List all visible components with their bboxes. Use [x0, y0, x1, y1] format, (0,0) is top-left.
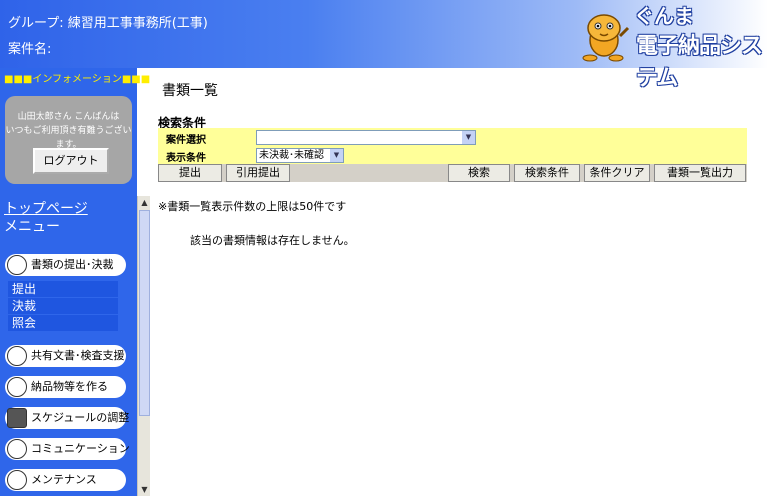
chevron-down-icon: ▼: [462, 131, 475, 144]
sidebar: ■■■インフォメーション■■■ 山田太郎さん こんばんは いつもご利用頂き有難う…: [0, 68, 150, 496]
menu-item-label: スケジュールの調整: [31, 411, 130, 424]
information-link[interactable]: ■■■インフォメーション■■■: [4, 70, 150, 85]
menu-item-label: 書類の提出･決裁: [31, 258, 114, 271]
mascot-icon: [582, 14, 630, 62]
search-conditions: 案件選択 ▼ 表示条件 未決裁･未確認 ▼: [158, 128, 747, 164]
display-condition-label: 表示条件: [166, 153, 206, 164]
folder-icon: [7, 377, 27, 397]
menu-item-deliverables[interactable]: 納品物等を作る: [5, 376, 126, 398]
scroll-down-icon[interactable]: ▼: [139, 484, 150, 495]
user-greeting: 山田太郎さん こんばんは いつもご利用頂き有難うございます。: [5, 110, 132, 152]
submenu-item-approve[interactable]: 決裁: [8, 298, 118, 314]
page-title: 書類一覧: [162, 83, 218, 99]
group-name: グループ: 練習用工事事務所(工事): [8, 16, 208, 31]
search-button[interactable]: 検索: [448, 164, 510, 182]
search-conditions-button[interactable]: 検索条件: [514, 164, 580, 182]
clear-conditions-button[interactable]: 条件クリア: [584, 164, 650, 182]
logout-button[interactable]: ログアウト: [33, 148, 109, 174]
document-icon: [7, 255, 27, 275]
menu-item-maintenance[interactable]: メンテナンス: [5, 469, 126, 491]
logo-text-top: ぐんま: [634, 4, 694, 28]
cite-submit-button[interactable]: 引用提出: [226, 164, 290, 182]
scroll-up-icon[interactable]: ▲: [139, 197, 150, 208]
case-select[interactable]: ▼: [256, 130, 476, 145]
list-limit-note: ※書類一覧表示件数の上限は50件です: [158, 200, 347, 213]
user-box: 山田太郎さん こんばんは いつもご利用頂き有難うございます。 ログアウト: [5, 96, 132, 184]
display-condition-select[interactable]: 未決裁･未確認 ▼: [256, 148, 344, 163]
menu-item-label: メンテナンス: [31, 473, 97, 486]
button-bar: 提出 引用提出 検索 検索条件 条件クリア 書類一覧出力: [158, 164, 747, 182]
no-data-message: 該当の書類情報は存在しません。: [190, 234, 355, 247]
submenu-item-inquiry[interactable]: 照会: [8, 315, 118, 331]
case-name: 案件名:: [8, 42, 52, 57]
mail-icon: [7, 439, 27, 459]
header: グループ: 練習用工事事務所(工事) 案件名: ぐんま 電子納品システム: [0, 0, 768, 91]
system-logo: ぐんま 電子納品システム: [576, 0, 763, 91]
case-select-row: 案件選択 ▼: [158, 128, 747, 146]
menu-item-label: 納品物等を作る: [31, 380, 108, 393]
scrollbar-thumb[interactable]: [139, 210, 150, 416]
menu-item-label: 共有文書･検査支援: [31, 349, 125, 362]
sidebar-scrollbar[interactable]: ▲ ▼: [137, 196, 150, 496]
calendar-icon: [7, 408, 27, 428]
list-output-button[interactable]: 書類一覧出力: [654, 164, 746, 182]
display-condition-value: 未決裁･未確認: [259, 150, 324, 161]
submenu-item-submit[interactable]: 提出: [8, 281, 118, 297]
display-condition-row: 表示条件 未決裁･未確認 ▼: [158, 146, 747, 164]
case-select-label: 案件選択: [166, 135, 206, 146]
menu-item-document-submit[interactable]: 書類の提出･決裁: [5, 254, 126, 276]
document-icon: [7, 346, 27, 366]
menu-item-communication[interactable]: コミュニケーション: [5, 438, 130, 460]
wrench-icon: [7, 470, 27, 490]
submit-button[interactable]: 提出: [158, 164, 222, 182]
menu-item-schedule[interactable]: スケジュールの調整: [5, 407, 130, 429]
top-page-link[interactable]: トップページ: [4, 198, 88, 218]
logo-text-bottom: 電子納品システム: [636, 34, 763, 91]
menu-item-label: コミュニケーション: [31, 442, 130, 455]
chevron-down-icon: ▼: [330, 149, 343, 162]
menu-item-shared-docs[interactable]: 共有文書･検査支援: [5, 345, 126, 367]
menu-label: メニュー: [4, 219, 60, 235]
greeting-line-1: 山田太郎さん こんばんは: [17, 112, 120, 122]
